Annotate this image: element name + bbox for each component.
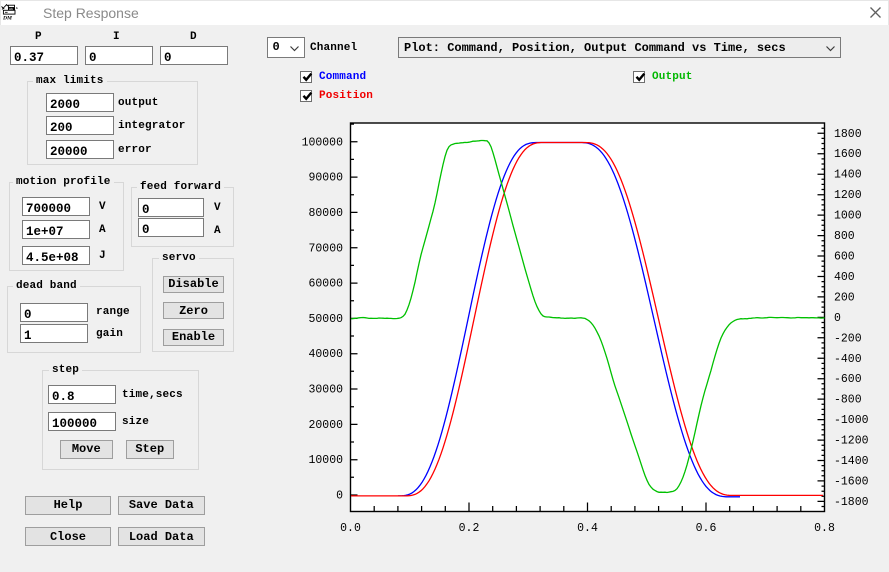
svg-text:1400: 1400	[834, 169, 862, 182]
svg-text:0.4: 0.4	[577, 522, 598, 535]
svg-text:50000: 50000	[308, 313, 343, 326]
svg-text:-1400: -1400	[834, 455, 869, 468]
svg-text:400: 400	[834, 271, 855, 284]
svg-text:60000: 60000	[308, 278, 343, 291]
svg-text:-1000: -1000	[834, 414, 869, 427]
svg-text:DM: DM	[2, 15, 13, 21]
svg-text:-1800: -1800	[834, 496, 869, 509]
svg-text:-800: -800	[834, 394, 862, 407]
svg-text:200: 200	[834, 291, 855, 304]
svg-text:100000: 100000	[302, 136, 344, 149]
svg-text:0.8: 0.8	[814, 522, 835, 535]
svg-text:0: 0	[834, 312, 841, 325]
svg-text:-1600: -1600	[834, 475, 869, 488]
svg-text:600: 600	[834, 251, 855, 264]
svg-text:70000: 70000	[308, 242, 343, 255]
svg-text:0.0: 0.0	[340, 522, 361, 535]
svg-text:-600: -600	[834, 373, 862, 386]
svg-text:10000: 10000	[308, 454, 343, 467]
svg-text:0.6: 0.6	[696, 522, 717, 535]
svg-text:-1200: -1200	[834, 435, 869, 448]
svg-text:0: 0	[336, 490, 343, 503]
svg-text:-400: -400	[834, 353, 862, 366]
svg-text:0.2: 0.2	[459, 522, 480, 535]
svg-text:40000: 40000	[308, 348, 343, 361]
svg-text:1000: 1000	[834, 210, 862, 223]
svg-text:90000: 90000	[308, 172, 343, 185]
svg-text:80000: 80000	[308, 207, 343, 220]
svg-text:1200: 1200	[834, 189, 862, 202]
svg-text:1800: 1800	[834, 128, 862, 141]
svg-text:1600: 1600	[834, 148, 862, 161]
svg-text:30000: 30000	[308, 384, 343, 397]
svg-text:20000: 20000	[308, 419, 343, 432]
svg-text:800: 800	[834, 230, 855, 243]
svg-text:-200: -200	[834, 332, 862, 345]
